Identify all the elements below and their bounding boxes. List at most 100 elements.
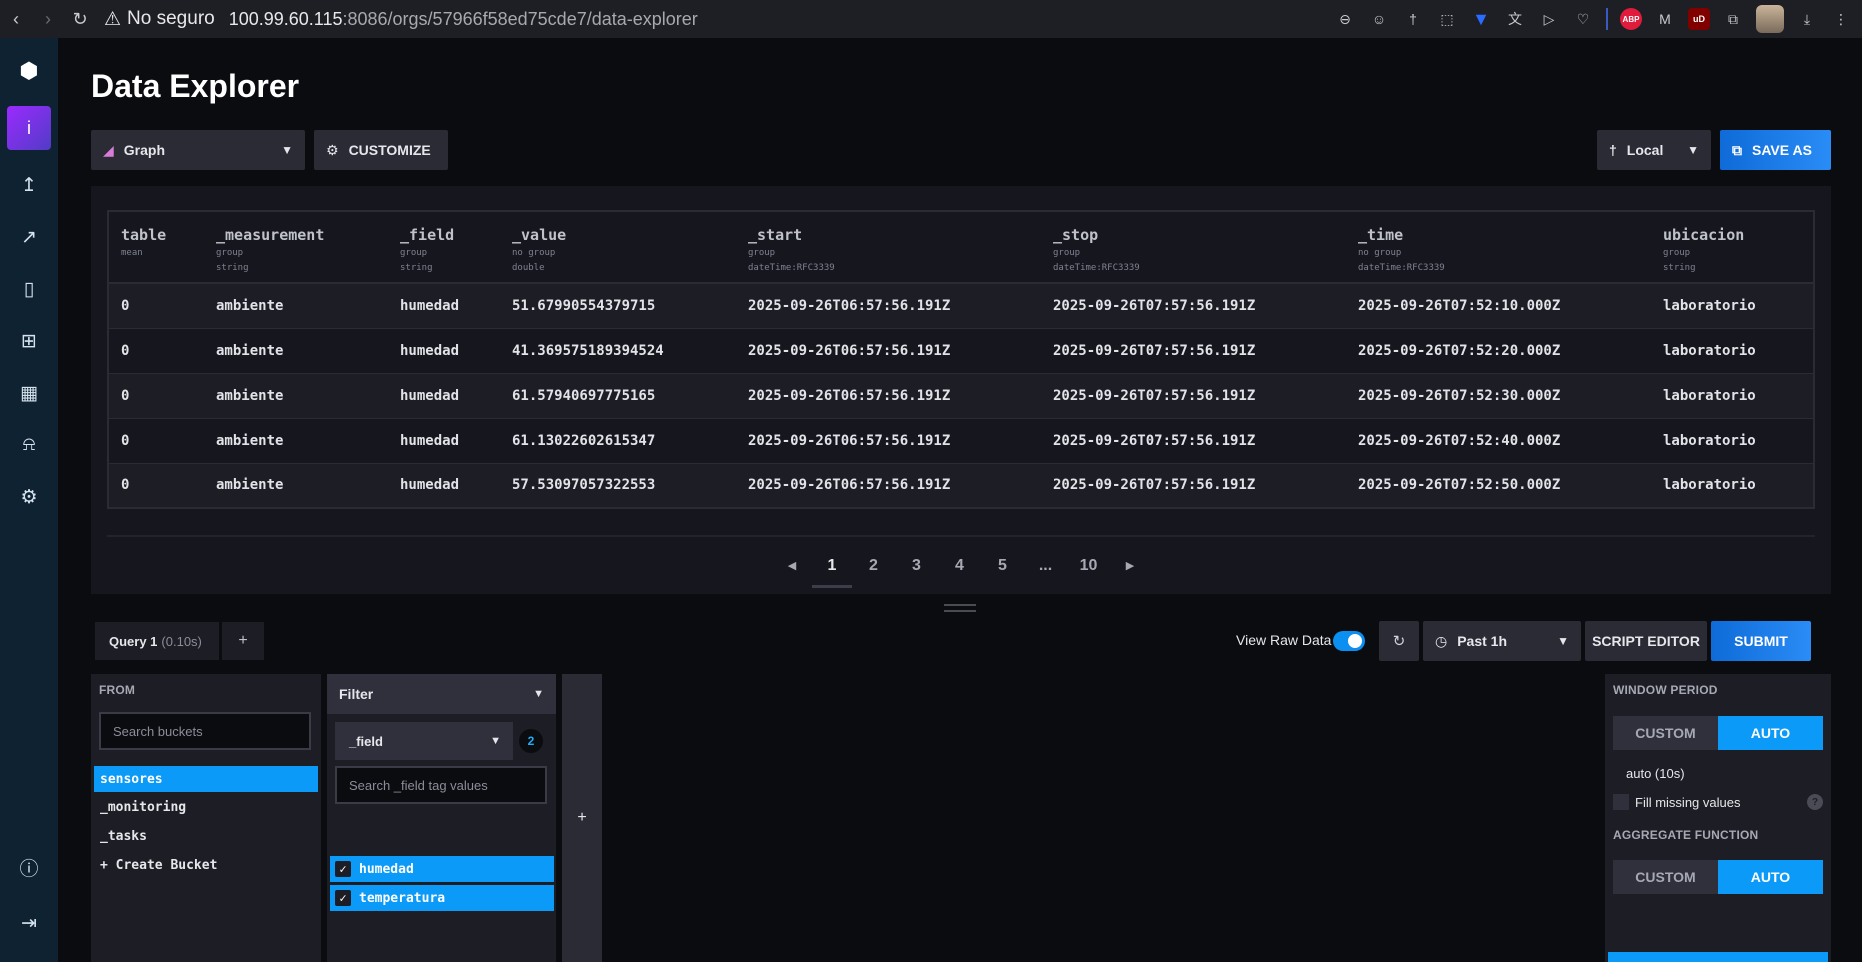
table-cell: 2025-09-26T07:52:40.000Z	[1346, 418, 1651, 464]
adblock-icon[interactable]: ABP	[1620, 8, 1642, 30]
shield-icon[interactable]: ▼	[1470, 8, 1492, 30]
view-raw-label: View Raw Data	[1236, 632, 1332, 648]
table-cell: 2025-09-26T06:57:56.191Z	[736, 418, 1041, 464]
gear-icon[interactable]: ⚙	[7, 480, 51, 514]
table-cell: 41.369575189394524	[500, 328, 736, 374]
page-button[interactable]: 2	[852, 550, 895, 588]
tag-key-dropdown[interactable]: _field ▼	[335, 722, 513, 760]
collapse-icon[interactable]: ⇥	[7, 906, 51, 940]
submit-label: SUBMIT	[1734, 633, 1788, 649]
bucket-item[interactable]: _tasks	[94, 823, 318, 849]
raw-data-table: table mean _measurement group string _field…	[107, 210, 1815, 509]
screenshot-icon[interactable]: ⬚	[1436, 8, 1458, 30]
script-editor-button[interactable]: SCRIPT EDITOR	[1585, 621, 1707, 661]
upload-icon[interactable]: ↥	[7, 168, 51, 202]
page-button-current[interactable]: 1	[812, 550, 852, 588]
bell-icon[interactable]: ⍾	[7, 428, 51, 462]
aggregate-custom-button[interactable]: CUSTOM	[1613, 860, 1718, 894]
refresh-icon[interactable]: ↻	[1379, 621, 1419, 661]
url-path: :8086/orgs/57966f58ed75cde7/data-explore…	[342, 8, 698, 29]
pin-icon[interactable]: †	[1402, 8, 1424, 30]
column-header[interactable]: _start group dateTime:RFC3339	[736, 211, 1041, 284]
add-filter-button[interactable]: +	[562, 674, 602, 962]
zoom-out-icon[interactable]: ⊖	[1334, 8, 1356, 30]
security-indicator[interactable]: ⚠ No seguro	[104, 8, 215, 31]
table-cell: ambiente	[204, 418, 388, 464]
prev-page-icon[interactable]: ◀	[772, 550, 812, 588]
page-button[interactable]: 5	[981, 550, 1024, 588]
menu-icon[interactable]: ⋮	[1830, 8, 1852, 30]
help-icon[interactable]: ⓘ	[7, 850, 51, 884]
save-as-button[interactable]: ⧉ SAVE AS	[1720, 130, 1831, 170]
page-button[interactable]: 10	[1067, 550, 1110, 588]
aggregate-function-item[interactable]	[1608, 952, 1828, 962]
table-cell: ambiente	[204, 283, 388, 329]
tag-values-search-input[interactable]: Search _field tag values	[335, 766, 547, 804]
address-bar[interactable]: 100.99.60.115:8086/orgs/57966f58ed75cde7…	[229, 9, 698, 30]
forward-icon[interactable]: ›	[32, 9, 64, 30]
user-avatar[interactable]: i	[7, 106, 51, 150]
table-cell: ambiente	[204, 328, 388, 374]
calendar-icon[interactable]: ▦	[7, 376, 51, 410]
aggregate-auto-button[interactable]: AUTO	[1718, 860, 1823, 894]
create-bucket-link[interactable]: + Create Bucket	[94, 852, 318, 878]
emoji-icon[interactable]: ☺	[1368, 8, 1390, 30]
malwarebytes-icon[interactable]: M	[1654, 8, 1676, 30]
influx-logo-icon[interactable]: ⬢	[14, 56, 44, 86]
download-icon[interactable]: ⤓	[1796, 8, 1818, 30]
page-button[interactable]: 3	[895, 550, 938, 588]
customize-button[interactable]: ⚙ CUSTOMIZE	[314, 130, 448, 170]
timezone-dropdown[interactable]: † Local ▼	[1597, 130, 1711, 170]
chevron-down-icon: ▼	[1557, 634, 1569, 648]
send-icon[interactable]: ▷	[1538, 8, 1560, 30]
bucket-search-input[interactable]: Search buckets	[99, 712, 311, 750]
warning-icon: ⚠	[104, 8, 122, 30]
time-range-dropdown[interactable]: ◷ Past 1h ▼	[1423, 621, 1581, 661]
window-custom-button[interactable]: CUSTOM	[1613, 716, 1718, 750]
add-query-button[interactable]: +	[222, 622, 264, 660]
column-header[interactable]: table mean	[108, 211, 204, 284]
help-icon[interactable]: ?	[1807, 794, 1823, 810]
url-host: 100.99.60.115	[228, 8, 343, 29]
bucket-item[interactable]: _monitoring	[94, 794, 318, 820]
fill-missing-label: Fill missing values	[1635, 794, 1741, 810]
page-button[interactable]: 4	[938, 550, 981, 588]
notebook-icon[interactable]: ▯	[7, 272, 51, 306]
back-icon[interactable]: ‹	[0, 9, 32, 30]
column-header[interactable]: ubicacion group string	[1651, 211, 1814, 284]
pagination-divider	[107, 535, 1815, 537]
puzzle-icon[interactable]: ⧉	[1722, 8, 1744, 30]
fill-missing-row[interactable]: Fill missing values ?	[1613, 791, 1823, 813]
column-header[interactable]: _field group string	[388, 211, 500, 284]
table-cell: ambiente	[204, 373, 388, 419]
main-content: Data Explorer ◢ Graph ▼ ⚙ CUSTOMIZE † Lo…	[58, 38, 1862, 962]
table-cell: 2025-09-26T07:52:30.000Z	[1346, 373, 1651, 419]
pin-icon: †	[1609, 142, 1617, 158]
table-cell: 2025-09-26T06:57:56.191Z	[736, 283, 1041, 329]
table-cell: 51.67990554379715	[500, 283, 736, 329]
resize-handle[interactable]	[944, 604, 976, 612]
table-cell: 2025-09-26T06:57:56.191Z	[736, 463, 1041, 509]
column-header[interactable]: _value no group double	[500, 211, 736, 284]
view-raw-toggle[interactable]	[1333, 631, 1365, 651]
column-header[interactable]: _stop group dateTime:RFC3339	[1041, 211, 1346, 284]
column-header[interactable]: _measurement group string	[204, 211, 388, 284]
chart-icon[interactable]: ↗	[7, 220, 51, 254]
ublock-icon[interactable]: uD	[1688, 8, 1710, 30]
reload-icon[interactable]: ↻	[64, 9, 96, 30]
query-tab[interactable]: Query 1 (0.10s)	[95, 622, 219, 660]
window-auto-button[interactable]: AUTO	[1718, 716, 1823, 750]
bucket-item-selected[interactable]: sensores	[94, 766, 318, 792]
dashboard-icon[interactable]: ⊞	[7, 324, 51, 358]
graph-type-dropdown[interactable]: ◢ Graph ▼	[91, 130, 305, 170]
fill-missing-checkbox[interactable]	[1613, 794, 1629, 810]
tag-value-item[interactable]: ✓ temperatura	[330, 885, 554, 911]
translate-icon[interactable]: 文	[1504, 8, 1526, 30]
column-header[interactable]: _time no group dateTime:RFC3339	[1346, 211, 1651, 284]
heart-icon[interactable]: ♡	[1572, 8, 1594, 30]
filter-function-dropdown[interactable]: Filter ▼	[327, 674, 556, 714]
tag-value-item[interactable]: ✓ humedad	[330, 856, 554, 882]
next-page-icon[interactable]: ▶	[1110, 550, 1150, 588]
profile-avatar[interactable]	[1756, 5, 1784, 33]
submit-button[interactable]: SUBMIT	[1711, 621, 1811, 661]
